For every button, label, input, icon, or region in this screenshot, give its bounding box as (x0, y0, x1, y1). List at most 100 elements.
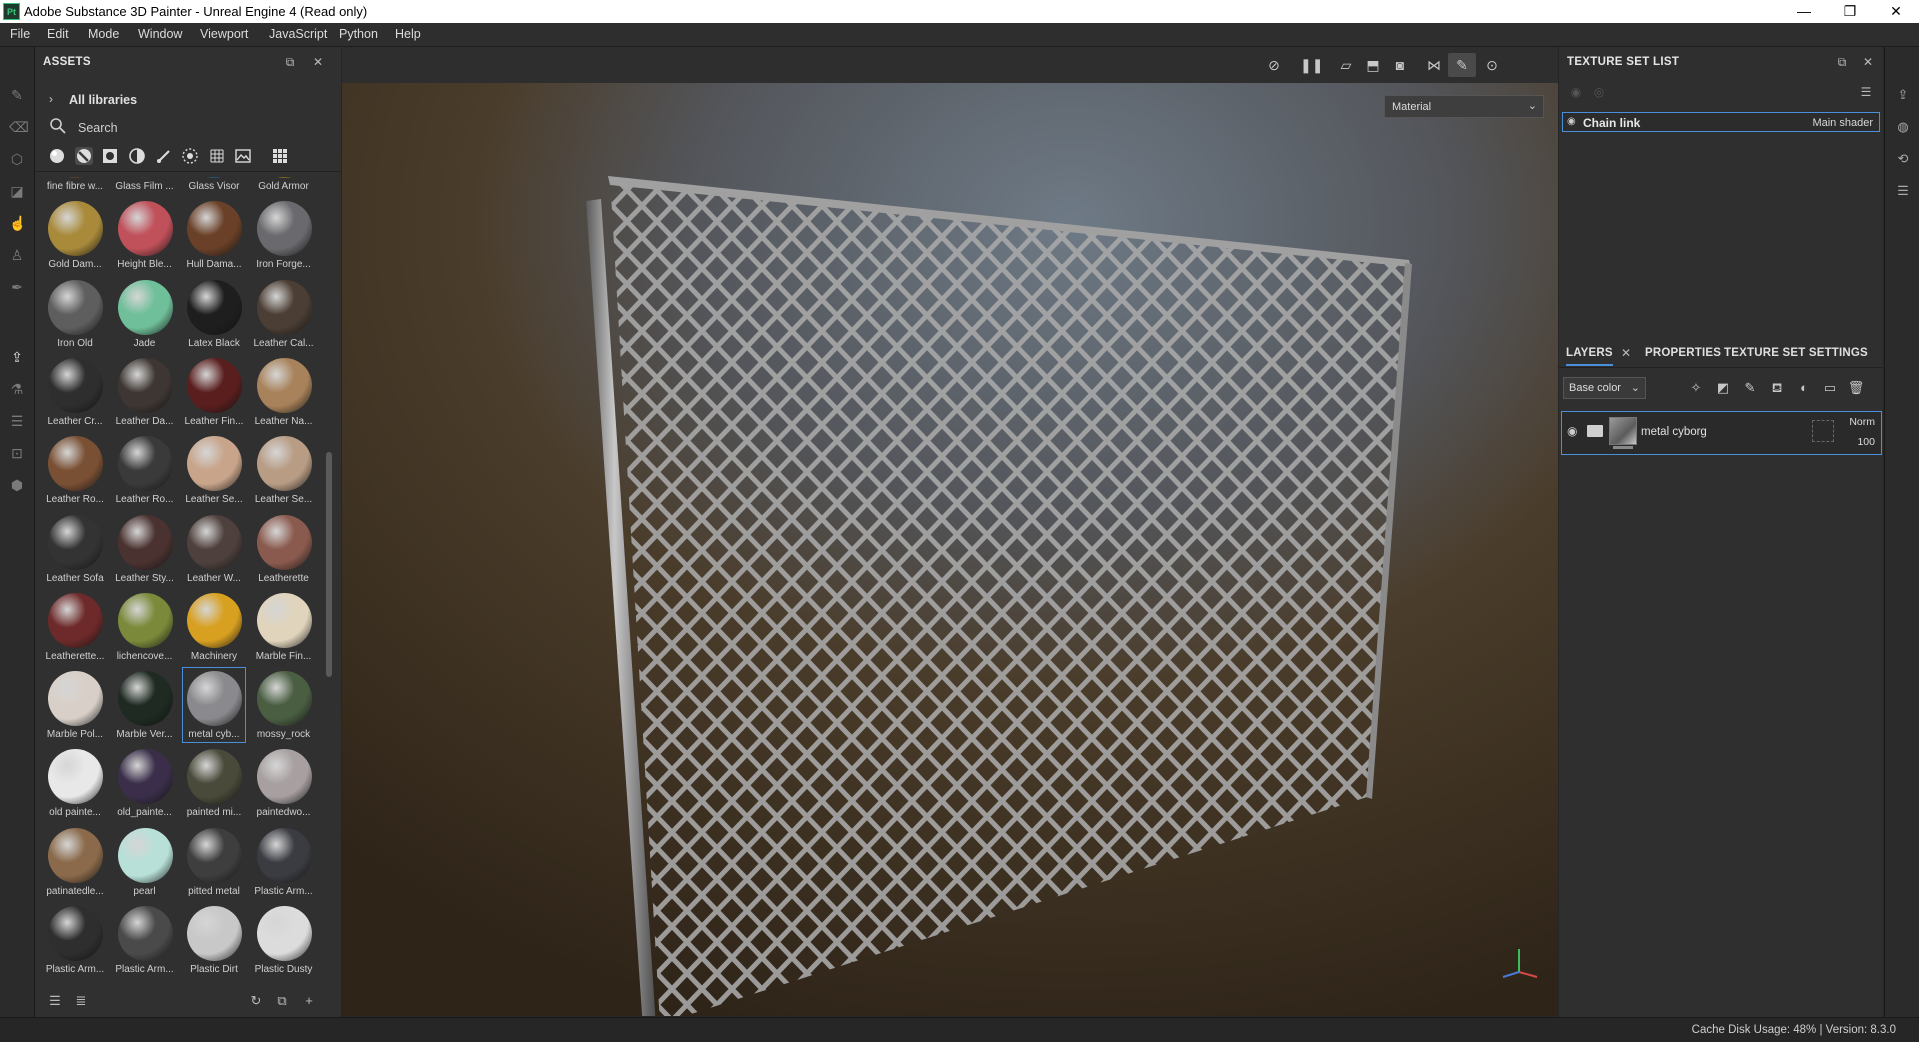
environment-filter-icon[interactable] (234, 147, 252, 165)
material-thumbnail[interactable]: Plastic Arm... (252, 824, 316, 900)
tab-layers[interactable]: LAYERS (1566, 347, 1613, 366)
material-thumbnail[interactable]: Iron Forge... (252, 197, 316, 273)
display-settings-icon[interactable]: ⊡ (9, 445, 25, 461)
shader-name[interactable]: Main shader (1812, 117, 1873, 129)
material-thumbnail[interactable]: Leather Sofa (43, 511, 107, 587)
material-thumbnail[interactable]: Iron Old (43, 276, 107, 352)
new-window-icon[interactable]: ⧉ (274, 993, 290, 1009)
restore-button[interactable]: ❐ (1827, 0, 1873, 23)
smart-material-icon[interactable]: ◐ (1795, 379, 1813, 397)
texture-set-row[interactable]: ◉ Chain link Main shader (1562, 112, 1880, 132)
mesh-icon[interactable]: ⬢ (9, 477, 25, 493)
material-thumbnail[interactable]: paintedwo... (252, 745, 316, 821)
material-thumbnail[interactable]: Plastic Dusty (252, 902, 316, 977)
panel-close-icon[interactable]: ✕ (311, 55, 325, 69)
grid-view-icon[interactable] (271, 147, 289, 165)
material-thumbnail[interactable]: Marble Pol... (43, 667, 107, 743)
3d-view-icon[interactable]: ⬒ (1363, 56, 1383, 74)
channel-select[interactable]: Base color ⌄ (1563, 377, 1646, 399)
add-mask-icon[interactable]: ◩ (1714, 379, 1732, 397)
layer-row[interactable]: ◉ metal cyborg Norm 100 (1561, 411, 1882, 455)
material-thumbnail[interactable]: lichencove... (113, 589, 177, 665)
material-filter-icon[interactable] (48, 147, 66, 165)
menu-help[interactable]: Help (395, 27, 421, 41)
material-thumbnail[interactable]: old_painte... (113, 745, 177, 821)
mask-filter-icon[interactable] (101, 147, 119, 165)
2d-view-icon[interactable]: ▱ (1336, 56, 1356, 74)
material-thumbnail[interactable]: Gold Dam... (43, 197, 107, 273)
material-thumbnail[interactable]: Leatherette (252, 511, 316, 587)
smart-material-filter-icon[interactable] (75, 147, 93, 165)
undock-icon[interactable]: ⧉ (283, 55, 297, 69)
settings-menu-icon[interactable]: ☰ (1859, 85, 1873, 99)
material-thumbnail[interactable]: Leather Cal... (252, 276, 316, 352)
tab-texture-set-settings[interactable]: TEXTURE SET SETTINGS (1724, 347, 1868, 359)
menu-viewport[interactable]: Viewport (200, 27, 248, 41)
delete-icon[interactable]: 🗑 (1847, 379, 1865, 397)
material-thumbnail[interactable]: Leather Sty... (113, 511, 177, 587)
projection-icon[interactable]: ⬡ (9, 151, 25, 167)
material-thumbnail[interactable]: Leather Se... (252, 432, 316, 508)
undock-icon[interactable]: ⧉ (1835, 55, 1849, 69)
material-thumbnail[interactable]: Glass Film ... (113, 177, 177, 195)
sort-icon[interactable]: ☰ (47, 993, 63, 1009)
add-effect-icon[interactable]: ✧ (1687, 379, 1705, 397)
material-thumbnail[interactable]: Leather Da... (113, 354, 177, 430)
opacity-select[interactable]: 100 (1857, 436, 1875, 448)
material-thumbnail[interactable]: Leather Cr... (43, 354, 107, 430)
menu-window[interactable]: Window (138, 27, 182, 41)
export-icon[interactable]: ⇪ (1895, 87, 1911, 103)
polygon-fill-icon[interactable]: ◪ (9, 183, 25, 199)
material-thumbnail[interactable]: pitted metal (182, 824, 246, 900)
paint-mode-icon[interactable]: ✎ (1448, 53, 1476, 77)
viewport[interactable]: ⊘ ❚❚ ▱ ⬒ ◙ ⋈ ✎ ⊙ Material ⌄ (342, 47, 1558, 1016)
pause-icon[interactable]: ❚❚ (1300, 56, 1323, 74)
bake-icon[interactable]: ⚗ (9, 381, 25, 397)
log-icon[interactable]: ☰ (1895, 183, 1911, 199)
asset-scrollbar[interactable] (326, 452, 332, 677)
clone-stamp-icon[interactable]: ♙ (9, 247, 25, 263)
material-thumbnail[interactable]: Plastic Arm... (113, 902, 177, 977)
material-thumbnail[interactable]: Leather Se... (182, 432, 246, 508)
material-thumbnail[interactable]: Height Ble... (113, 197, 177, 273)
material-thumbnail[interactable]: painted mi... (182, 745, 246, 821)
material-thumbnail[interactable]: patinatedle... (43, 824, 107, 900)
eraser-icon[interactable]: ⌫ (9, 119, 29, 135)
material-thumbnail[interactable]: pearl (113, 824, 177, 900)
show-all-icon[interactable]: ◎ (1592, 85, 1606, 99)
color-picker-icon[interactable]: ✒ (9, 279, 25, 295)
add-icon[interactable]: + (301, 993, 317, 1009)
material-thumbnail[interactable]: metal cyb... (182, 667, 246, 744)
add-folder-icon[interactable]: ▭ (1821, 379, 1839, 397)
material-thumbnail[interactable]: Hull Dama... (182, 197, 246, 273)
material-thumbnail[interactable]: mossy_rock (252, 667, 316, 743)
shader-settings-icon[interactable]: ◍ (1895, 119, 1911, 135)
material-thumbnail[interactable]: Glass Visor (182, 177, 246, 195)
close-button[interactable]: ✕ (1873, 0, 1919, 23)
material-thumbnail[interactable]: Leather W... (182, 511, 246, 587)
tab-close-icon[interactable]: ✕ (1619, 346, 1633, 360)
screenshot-icon[interactable]: ⊙ (1482, 56, 1502, 74)
history-icon[interactable]: ⟲ (1895, 151, 1911, 167)
list-view-icon[interactable]: ≣ (73, 993, 89, 1009)
filter-filter-icon[interactable] (128, 147, 146, 165)
eye-icon[interactable]: ◉ (1567, 424, 1577, 438)
material-mode-select[interactable]: Material ⌄ (1384, 95, 1544, 118)
material-thumbnail[interactable]: Leather Na... (252, 354, 316, 430)
search-field[interactable]: Search (35, 115, 341, 139)
paint-brush-icon[interactable]: ✎ (9, 87, 25, 103)
menu-javascript[interactable]: JavaScript (269, 27, 327, 41)
material-thumbnail[interactable]: Leather Ro... (43, 432, 107, 508)
menu-mode[interactable]: Mode (88, 27, 119, 41)
material-thumbnail[interactable]: Latex Black (182, 276, 246, 352)
material-thumbnail[interactable]: fine fibre w... (43, 177, 107, 195)
hide-all-icon[interactable]: ◉ (1569, 85, 1583, 99)
menu-edit[interactable]: Edit (47, 27, 69, 41)
material-thumbnail[interactable]: Leather Ro... (113, 432, 177, 508)
material-thumbnail[interactable]: Machinery (182, 589, 246, 665)
symmetry-icon[interactable]: ⋈ (1424, 56, 1444, 74)
alpha-filter-icon[interactable] (181, 147, 199, 165)
smudge-icon[interactable]: ☝ (9, 215, 26, 231)
library-selector[interactable]: › All libraries (35, 87, 341, 113)
hide-icon[interactable]: ⊘ (1264, 56, 1284, 74)
